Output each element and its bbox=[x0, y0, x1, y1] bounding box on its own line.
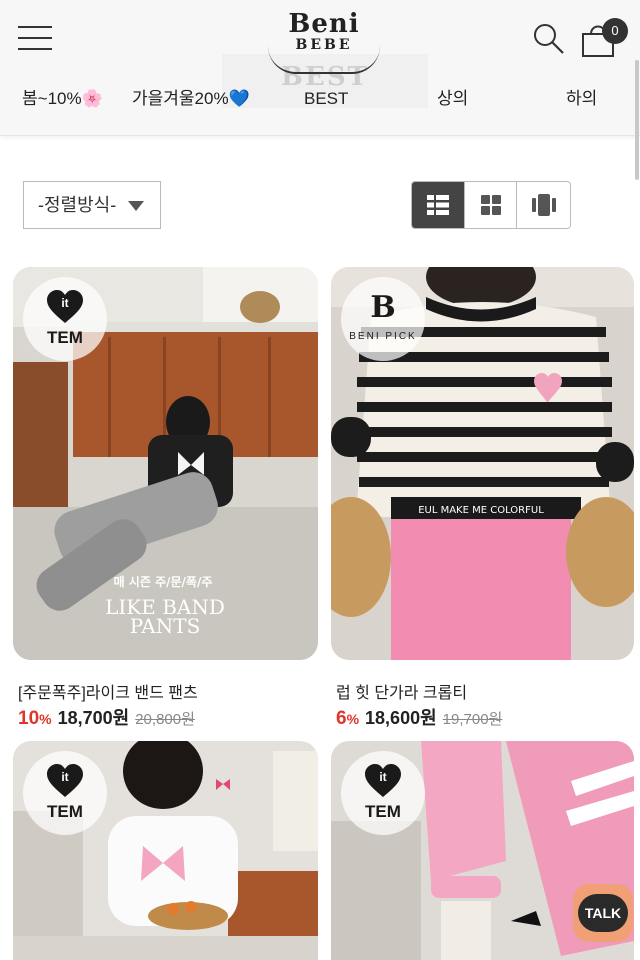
product-image[interactable]: 매 시즌 주/문/폭/주 LIKE BAND PANTS it TEM bbox=[13, 267, 318, 660]
discount-percent: % bbox=[39, 711, 52, 727]
sort-select-label: -정렬방식- bbox=[38, 195, 117, 215]
discount-rate: 10 bbox=[18, 708, 40, 729]
heart-icon: it TEM bbox=[47, 290, 83, 347]
view-toggle bbox=[411, 181, 571, 229]
nav-item-bottoms[interactable]: 하의 bbox=[566, 86, 597, 112]
grid-list-icon bbox=[426, 195, 449, 215]
overlay-title-line2: PANTS bbox=[130, 614, 201, 638]
slide-view-button[interactable] bbox=[517, 182, 570, 228]
price-row: 10% 18,700원 20,800원 bbox=[18, 704, 195, 730]
badge-top-text: it bbox=[379, 770, 386, 784]
itemtem-badge: it TEM bbox=[23, 277, 107, 361]
logo-line1: Beni bbox=[288, 9, 360, 39]
cart-button[interactable]: 0 bbox=[580, 18, 628, 58]
badge-top-text: it bbox=[61, 296, 68, 310]
beni-pick-icon: B BENI PICK bbox=[349, 290, 416, 342]
beni-pick-badge: B BENI PICK bbox=[341, 277, 425, 361]
site-header: BEST Beni BEBE 0 봄~10%🌸 가을겨울20%💙 BEST 상의… bbox=[0, 0, 640, 136]
badge-bottom-text: TEM bbox=[47, 802, 83, 821]
cart-count-badge: 0 bbox=[602, 18, 628, 44]
original-price: 19,700원 bbox=[442, 711, 503, 728]
svg-text:EUL MAKE ME COLORFUL: EUL MAKE ME COLORFUL bbox=[418, 505, 544, 516]
grid-icon bbox=[480, 195, 501, 215]
card-stack-icon bbox=[531, 194, 556, 216]
discount-percent: % bbox=[346, 711, 360, 727]
kakao-talk-button[interactable]: TALK bbox=[573, 884, 633, 942]
nav-item-fall-winter-sale[interactable]: 가을겨울20%💙 bbox=[132, 86, 250, 112]
grid-view-button[interactable] bbox=[465, 182, 518, 228]
badge-bottom-text: BENI PICK bbox=[349, 331, 416, 342]
original-price: 20,800원 bbox=[135, 711, 195, 728]
category-nav: 봄~10%🌸 가을겨울20%💙 BEST 상의 하의 bbox=[0, 86, 640, 114]
site-logo[interactable]: Beni BEBE bbox=[262, 9, 386, 74]
badge-bottom-text: TEM bbox=[365, 802, 401, 821]
product-name[interactable]: 럽 힛 단가라 크롭티 bbox=[336, 679, 467, 703]
product-image[interactable]: it TEM bbox=[13, 741, 318, 960]
heart-icon: it TEM bbox=[365, 764, 401, 821]
page-scrollbar[interactable] bbox=[635, 60, 639, 180]
overlay-caption: 매 시즌 주/문/폭/주 bbox=[114, 574, 213, 589]
logo-arc bbox=[268, 46, 380, 74]
discount-rate: 6 bbox=[336, 708, 347, 729]
product-image[interactable]: EUL MAKE ME COLORFUL B BENI PICK bbox=[331, 267, 634, 660]
caret-down-icon bbox=[128, 201, 144, 211]
talk-label: TALK bbox=[578, 894, 628, 932]
sale-price: 18,700원 bbox=[57, 708, 130, 728]
nav-item-best[interactable]: BEST bbox=[304, 86, 348, 112]
sale-price: 18,600원 bbox=[365, 708, 437, 728]
itemtem-badge: it TEM bbox=[341, 751, 425, 835]
badge-top-text: it bbox=[61, 770, 68, 784]
heart-icon: it TEM bbox=[47, 764, 83, 821]
sort-select[interactable]: -정렬방식- bbox=[23, 181, 161, 229]
itemtem-badge: it TEM bbox=[23, 751, 107, 835]
product-name[interactable]: [주문폭주]라이크 밴드 팬츠 bbox=[18, 679, 198, 703]
search-icon[interactable] bbox=[532, 22, 566, 56]
large-grid-view-button[interactable] bbox=[412, 182, 465, 228]
menu-icon[interactable] bbox=[18, 26, 52, 52]
nav-item-spring-sale[interactable]: 봄~10%🌸 bbox=[22, 86, 103, 112]
nav-item-tops[interactable]: 상의 bbox=[437, 86, 468, 112]
price-row: 6% 18,600원 19,700원 bbox=[336, 704, 502, 730]
badge-top-text: B bbox=[370, 290, 395, 325]
badge-bottom-text: TEM bbox=[47, 328, 83, 347]
